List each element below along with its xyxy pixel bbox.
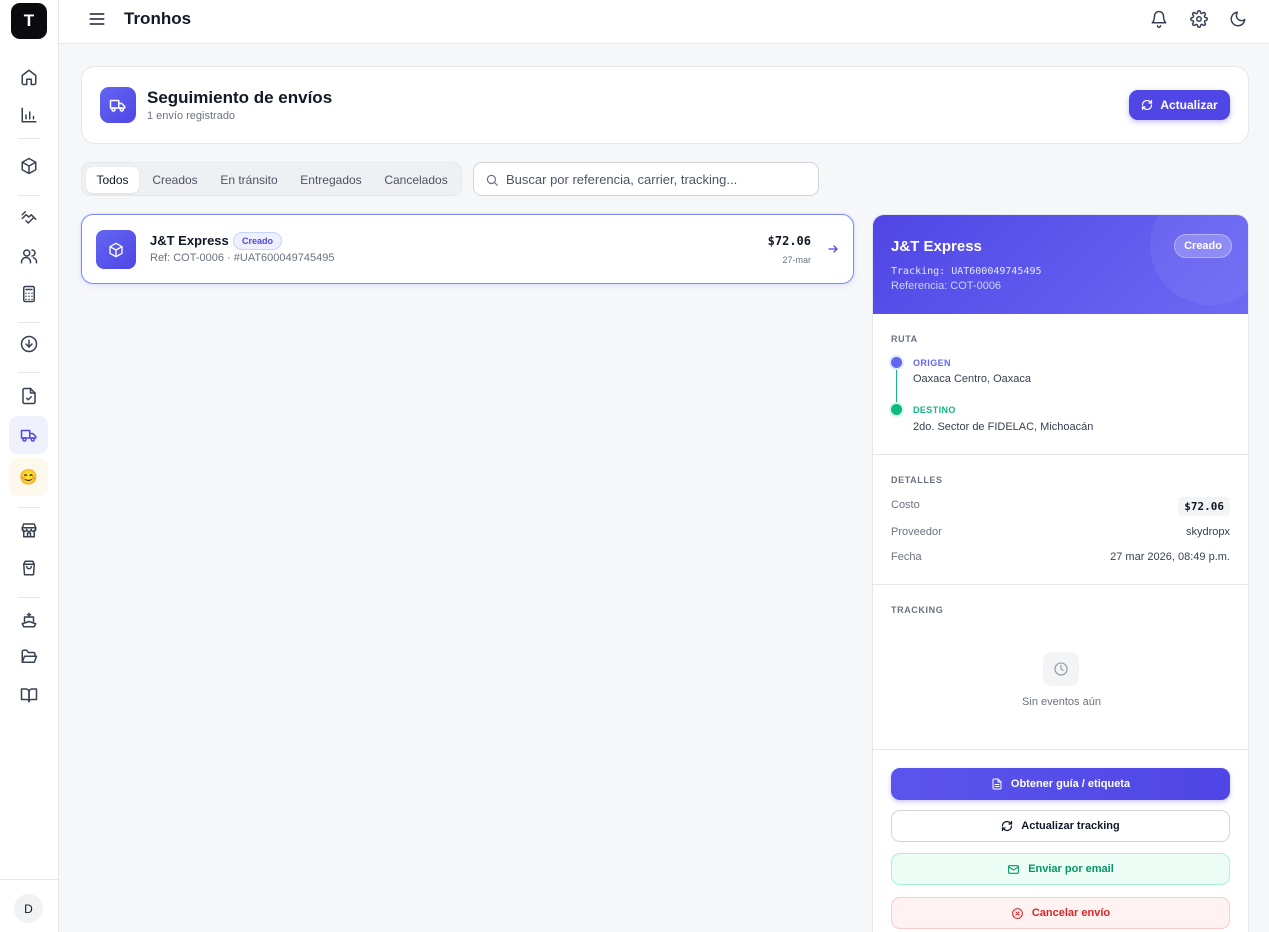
detail-carrier: J&T Express [891, 238, 982, 255]
destination-dot [891, 404, 902, 415]
cost-label: Costo [891, 499, 920, 511]
tab-todos[interactable]: Todos [86, 167, 139, 193]
clock-icon [1043, 652, 1079, 686]
tab-entregados[interactable]: Entregados [293, 167, 369, 193]
search-input[interactable] [506, 163, 806, 195]
page-header-card: Seguimiento de envíos 1 envío registrado… [81, 66, 1249, 144]
home-icon[interactable] [9, 58, 48, 96]
sidebar-divider [18, 507, 40, 508]
detail-header: J&T Express Tracking: UAT600049745495 Re… [873, 215, 1248, 314]
detail-tracking-number: Tracking: UAT600049745495 [891, 266, 1042, 277]
refresh-icon [1141, 99, 1153, 111]
shipment-list-item[interactable]: J&T Express Creado Ref: COT-0006 · #UAT6… [81, 214, 854, 284]
calculator-icon[interactable] [9, 275, 48, 313]
hamburger-menu-icon[interactable] [87, 9, 107, 29]
folder-open-icon[interactable] [9, 638, 48, 676]
file-icon [991, 778, 1003, 790]
section-divider [873, 749, 1248, 750]
destination-label: DESTINO [913, 405, 956, 415]
send-email-button-label: Enviar por email [1028, 863, 1114, 875]
shipment-date: 27-mar [782, 255, 811, 265]
tab-en-transito[interactable]: En tránsito [213, 167, 285, 193]
tracking-section-label: TRACKING [891, 605, 944, 615]
cancel-shipment-button[interactable]: Cancelar envío [891, 897, 1230, 929]
decorative-circle [1150, 215, 1248, 305]
sidebar-divider [18, 322, 40, 323]
tab-creados[interactable]: Creados [144, 167, 206, 193]
date-value: 27 mar 2026, 08:49 p.m. [1110, 551, 1230, 563]
shipment-detail-panel: J&T Express Tracking: UAT600049745495 Re… [872, 214, 1249, 932]
store-icon[interactable] [9, 511, 48, 549]
users-icon[interactable] [9, 237, 48, 275]
get-label-button[interactable]: Obtener guía / etiqueta [891, 768, 1230, 800]
route-section-label: RUTA [891, 334, 918, 344]
sidebar-divider [18, 195, 40, 196]
topbar: Tronhos [59, 0, 1269, 44]
detail-status-badge: Creado [1174, 234, 1232, 258]
refresh-icon [1001, 820, 1013, 832]
sidebar-divider [18, 138, 40, 139]
send-email-button[interactable]: Enviar por email [891, 853, 1230, 885]
bell-icon[interactable] [1148, 8, 1170, 30]
update-tracking-button-label: Actualizar tracking [1021, 820, 1120, 832]
origin-label: ORIGEN [913, 358, 951, 368]
shipment-price: $72.06 [767, 234, 811, 248]
bar-chart-icon[interactable] [9, 96, 48, 134]
emoji-icon[interactable]: 😊 [9, 458, 48, 496]
moon-icon[interactable] [1227, 8, 1249, 30]
details-section-label: DETALLES [891, 475, 943, 485]
ship-icon[interactable] [9, 601, 48, 639]
status-filter-tabs: Todos Creados En tránsito Entregados Can… [81, 162, 462, 196]
sidebar-divider [18, 597, 40, 598]
refresh-button-label: Actualizar [1160, 98, 1218, 112]
avatar[interactable]: D [14, 894, 43, 923]
shipment-reference: Ref: COT-0006 · #UAT600049745495 [150, 252, 335, 264]
empty-events-message: Sin eventos aún [1022, 696, 1101, 708]
sidebar: T 😊 D [0, 0, 59, 932]
section-divider [873, 584, 1248, 585]
provider-label: Proveedor [891, 526, 942, 538]
x-circle-icon [1011, 907, 1024, 920]
route-connector [896, 370, 897, 402]
handshake-icon[interactable] [9, 198, 48, 236]
sidebar-footer-divider [0, 879, 59, 880]
status-badge: Creado [233, 232, 283, 250]
app-title: Tronhos [124, 9, 192, 28]
truck-icon [100, 87, 136, 123]
section-divider [873, 454, 1248, 455]
origin-dot [891, 357, 902, 368]
arrow-right-icon [827, 243, 839, 255]
download-icon[interactable] [9, 325, 48, 363]
mail-icon [1007, 863, 1020, 876]
search-box [473, 162, 819, 196]
package-icon[interactable] [9, 147, 48, 185]
origin-value: Oaxaca Centro, Oaxaca [913, 373, 1032, 385]
book-open-icon[interactable] [9, 676, 48, 714]
truck-icon[interactable] [9, 416, 48, 454]
get-label-button-label: Obtener guía / etiqueta [1010, 778, 1131, 790]
page-subtitle: 1 envío registrado [147, 110, 236, 122]
provider-value: skydropx [1185, 526, 1230, 538]
sidebar-divider [18, 372, 40, 373]
tab-cancelados[interactable]: Cancelados [377, 167, 455, 193]
shipment-carrier: J&T Express [150, 233, 229, 248]
file-check-icon[interactable] [9, 377, 48, 415]
date-label: Fecha [891, 551, 922, 563]
package-icon [96, 230, 136, 269]
shopping-bag-icon[interactable] [9, 549, 48, 587]
page-title: Seguimiento de envíos [147, 88, 333, 107]
detail-reference: Referencia: COT-0006 [891, 280, 1002, 292]
destination-value: 2do. Sector de FIDELAC, Michoacán [913, 421, 1094, 433]
refresh-button[interactable]: Actualizar [1129, 90, 1230, 120]
search-icon [485, 173, 499, 187]
gear-icon[interactable] [1188, 8, 1210, 30]
app-logo[interactable]: T [11, 3, 47, 39]
cost-value: $72.06 [1178, 497, 1230, 516]
update-tracking-button[interactable]: Actualizar tracking [891, 810, 1230, 842]
cancel-shipment-button-label: Cancelar envío [1031, 907, 1111, 919]
